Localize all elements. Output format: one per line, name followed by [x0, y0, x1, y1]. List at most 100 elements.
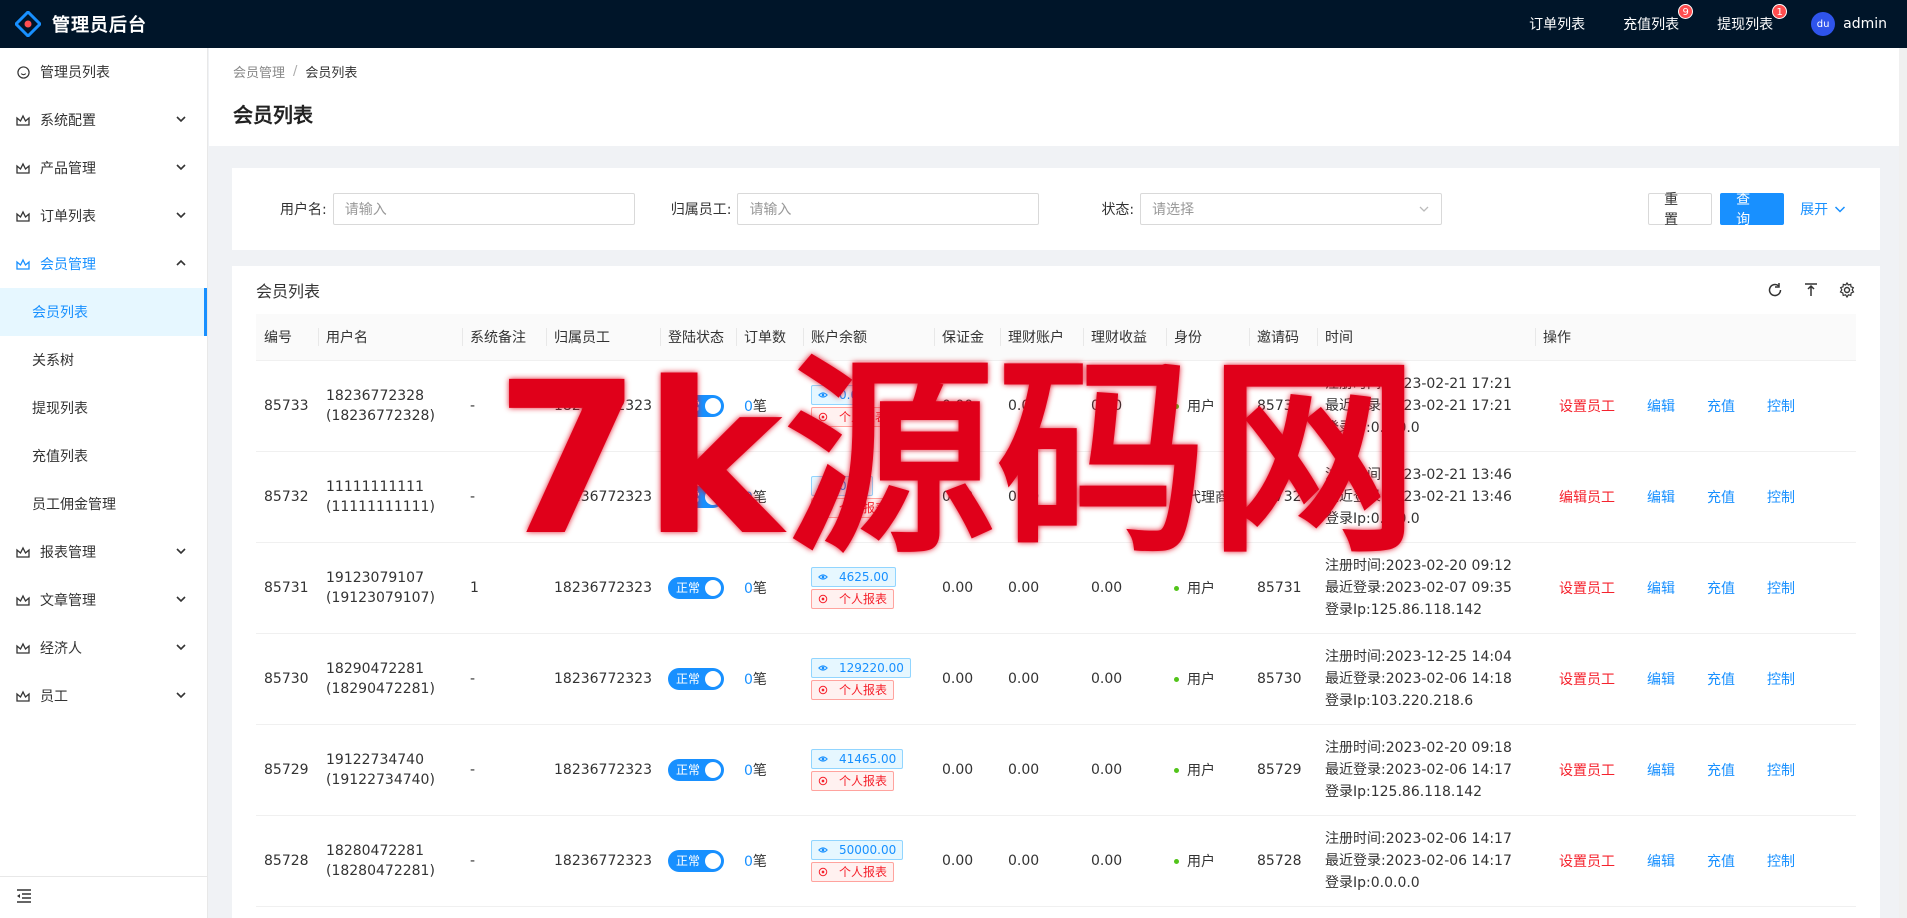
sidebar-item-staff[interactable]: 员工: [0, 672, 207, 720]
sidebar-item-orders[interactable]: 订单列表: [0, 192, 207, 240]
edit-link[interactable]: 编辑: [1647, 487, 1675, 507]
username-primary: 18290472281: [326, 660, 424, 677]
invite-code: 85733: [1249, 360, 1317, 452]
sidebar-item-members[interactable]: 会员管理: [0, 240, 207, 288]
crown-icon: [16, 161, 30, 175]
status-switch[interactable]: 正常: [668, 667, 724, 690]
recharge-link[interactable]: 充值: [1707, 487, 1735, 507]
control-link[interactable]: 控制: [1767, 851, 1795, 871]
control-link[interactable]: 控制: [1767, 487, 1795, 507]
status-switch[interactable]: 正常: [668, 758, 724, 781]
set-staff-link[interactable]: 编辑员工: [1559, 487, 1615, 507]
balance-tag[interactable]: 0.00: [811, 384, 873, 405]
order-count-link[interactable]: 0: [744, 763, 753, 779]
header-withdraw-link[interactable]: 提现列表 1: [1717, 4, 1788, 34]
order-count-link[interactable]: 0: [744, 581, 753, 597]
finance-income: 0.00: [1083, 815, 1166, 907]
set-staff-link[interactable]: 设置员工: [1559, 669, 1615, 689]
status-switch[interactable]: 正常: [668, 485, 724, 508]
set-staff-link[interactable]: 设置员工: [1559, 396, 1615, 416]
username-secondary: (19122734740): [326, 771, 435, 788]
control-link[interactable]: 控制: [1767, 578, 1795, 598]
sidebar-item-products[interactable]: 产品管理: [0, 144, 207, 192]
personal-report-tag[interactable]: 个人报表: [811, 679, 895, 700]
sidebar-collapse-button[interactable]: [0, 876, 207, 918]
status-switch[interactable]: 正常: [668, 849, 724, 872]
logo[interactable]: 管理员后台: [0, 10, 210, 38]
order-count-link[interactable]: 0: [744, 490, 753, 506]
balance-tag[interactable]: 4625.00: [811, 566, 896, 587]
gear-icon[interactable]: [1838, 281, 1856, 299]
balance-tag[interactable]: 41465.00: [811, 748, 904, 769]
balance-tag[interactable]: 0.00: [811, 475, 873, 496]
density-icon[interactable]: [1802, 281, 1820, 299]
expand-toggle[interactable]: 展开: [1800, 199, 1846, 219]
order-count-link[interactable]: 0: [744, 854, 753, 870]
page-scrollbar[interactable]: [1899, 48, 1907, 918]
register-value: 2023-02-06 14:17: [1385, 830, 1512, 847]
edit-link[interactable]: 编辑: [1647, 578, 1675, 598]
control-link[interactable]: 控制: [1767, 396, 1795, 416]
login-status: 正常: [660, 815, 736, 907]
status-switch[interactable]: 正常: [668, 394, 724, 417]
assigned-staff: 18236772323: [546, 542, 660, 634]
breadcrumb-parent[interactable]: 会员管理: [233, 62, 285, 81]
sidebar-subitem-withdraw-list[interactable]: 提现列表: [0, 384, 207, 432]
order-count-link[interactable]: 0: [744, 672, 753, 688]
balance-tag[interactable]: 50000.00: [811, 839, 904, 860]
eye-icon: [818, 572, 833, 582]
sidebar-item-system-config[interactable]: 系统配置: [0, 96, 207, 144]
status-switch[interactable]: 正常: [668, 576, 724, 599]
control-link[interactable]: 控制: [1767, 669, 1795, 689]
query-button[interactable]: 查 询: [1720, 192, 1785, 228]
set-staff-link[interactable]: 设置员工: [1559, 578, 1615, 598]
sidebar-item-admin-list[interactable]: 管理员列表: [0, 48, 207, 96]
edit-link[interactable]: 编辑: [1647, 669, 1675, 689]
sidebar-item-articles[interactable]: 文章管理: [0, 576, 207, 624]
sidebar-subitem-member-list[interactable]: 会员列表: [0, 288, 207, 336]
username-input[interactable]: 请输入: [332, 193, 635, 225]
personal-report-tag[interactable]: 个人报表: [811, 406, 895, 427]
user-menu[interactable]: du admin: [1811, 12, 1887, 36]
edit-link[interactable]: 编辑: [1647, 851, 1675, 871]
crown-icon: [16, 641, 30, 655]
personal-report-tag[interactable]: 个人报表: [811, 588, 895, 609]
report-label: 个人报表: [839, 865, 888, 879]
personal-report-tag[interactable]: 个人报表: [811, 497, 895, 518]
personal-report-tag[interactable]: 个人报表: [811, 770, 895, 791]
header-recharge-link[interactable]: 充值列表 9: [1623, 4, 1694, 34]
set-staff-link[interactable]: 设置员工: [1559, 851, 1615, 871]
sidebar-item-reports[interactable]: 报表管理: [0, 528, 207, 576]
balance-tag[interactable]: 129220.00: [811, 657, 911, 678]
login-value: 2023-02-07 09:35: [1385, 579, 1512, 596]
ip-value: 0.0.0.0: [1370, 510, 1420, 527]
time-cell: 注册时间:2023-02-20 09:12 最近登录:2023-02-07 09:…: [1317, 542, 1535, 634]
recharge-link[interactable]: 充值: [1707, 760, 1735, 780]
set-staff-link[interactable]: 设置员工: [1559, 760, 1615, 780]
column-header: 理财账户: [1000, 314, 1083, 361]
header-orders-link[interactable]: 订单列表: [1529, 14, 1585, 34]
edit-link[interactable]: 编辑: [1647, 760, 1675, 780]
reload-icon[interactable]: [1766, 281, 1784, 299]
recharge-link[interactable]: 充值: [1707, 396, 1735, 416]
recharge-link[interactable]: 充值: [1707, 578, 1735, 598]
personal-report-tag[interactable]: 个人报表: [811, 861, 895, 882]
sidebar-subitem-recharge-list[interactable]: 充值列表: [0, 432, 207, 480]
register-value: 2023-02-21 13:46: [1385, 466, 1512, 483]
sidebar-item-brokers[interactable]: 经济人: [0, 624, 207, 672]
status-select[interactable]: 请选择: [1140, 193, 1443, 225]
deposit: 0.00: [934, 633, 1000, 725]
reset-button[interactable]: 重 置: [1648, 192, 1713, 228]
sidebar-subitem-commission[interactable]: 员工佣金管理: [0, 480, 207, 528]
edit-link[interactable]: 编辑: [1647, 396, 1675, 416]
finance-income: 0.00: [1083, 360, 1166, 452]
recharge-link[interactable]: 充值: [1707, 851, 1735, 871]
sidebar-subitem-relation-tree[interactable]: 关系树: [0, 336, 207, 384]
control-link[interactable]: 控制: [1767, 760, 1795, 780]
order-count-link[interactable]: 0: [744, 399, 753, 415]
ip-value: 0.0.0.0: [1370, 419, 1420, 436]
member-table: 编号 用户名 系统备注 归属员工 登陆状态 订单数 账户余额 保证金 理财账户 …: [256, 314, 1856, 907]
sidebar-item-label: 报表管理: [40, 545, 96, 561]
staff-input[interactable]: 请输入: [737, 193, 1040, 225]
recharge-link[interactable]: 充值: [1707, 669, 1735, 689]
